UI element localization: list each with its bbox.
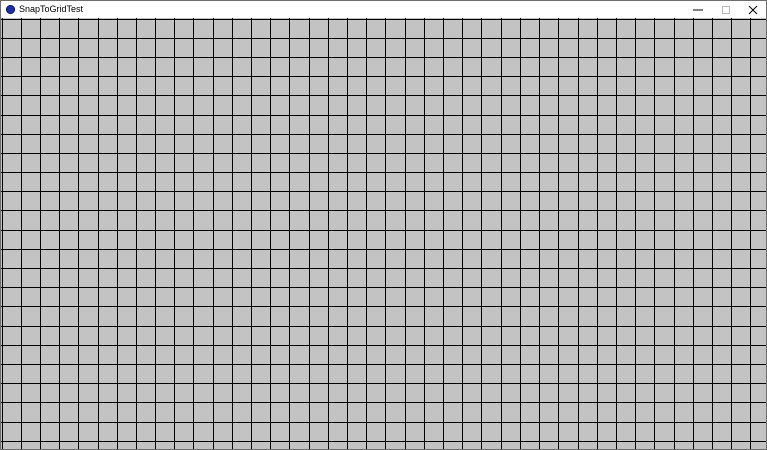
close-button[interactable]: [739, 1, 766, 18]
minimize-button[interactable]: [684, 1, 712, 18]
close-icon: [748, 5, 758, 14]
app-window: SnapToGridTest: [0, 0, 767, 450]
title-bar[interactable]: SnapToGridTest: [1, 1, 766, 18]
snap-grid: [1, 18, 766, 449]
maximize-icon: [722, 5, 730, 14]
grid-canvas[interactable]: [1, 18, 766, 449]
app-circle-icon: [6, 5, 15, 14]
maximize-button[interactable]: [712, 1, 740, 18]
window-title: SnapToGridTest: [19, 4, 84, 14]
minimize-icon: [693, 9, 703, 10]
